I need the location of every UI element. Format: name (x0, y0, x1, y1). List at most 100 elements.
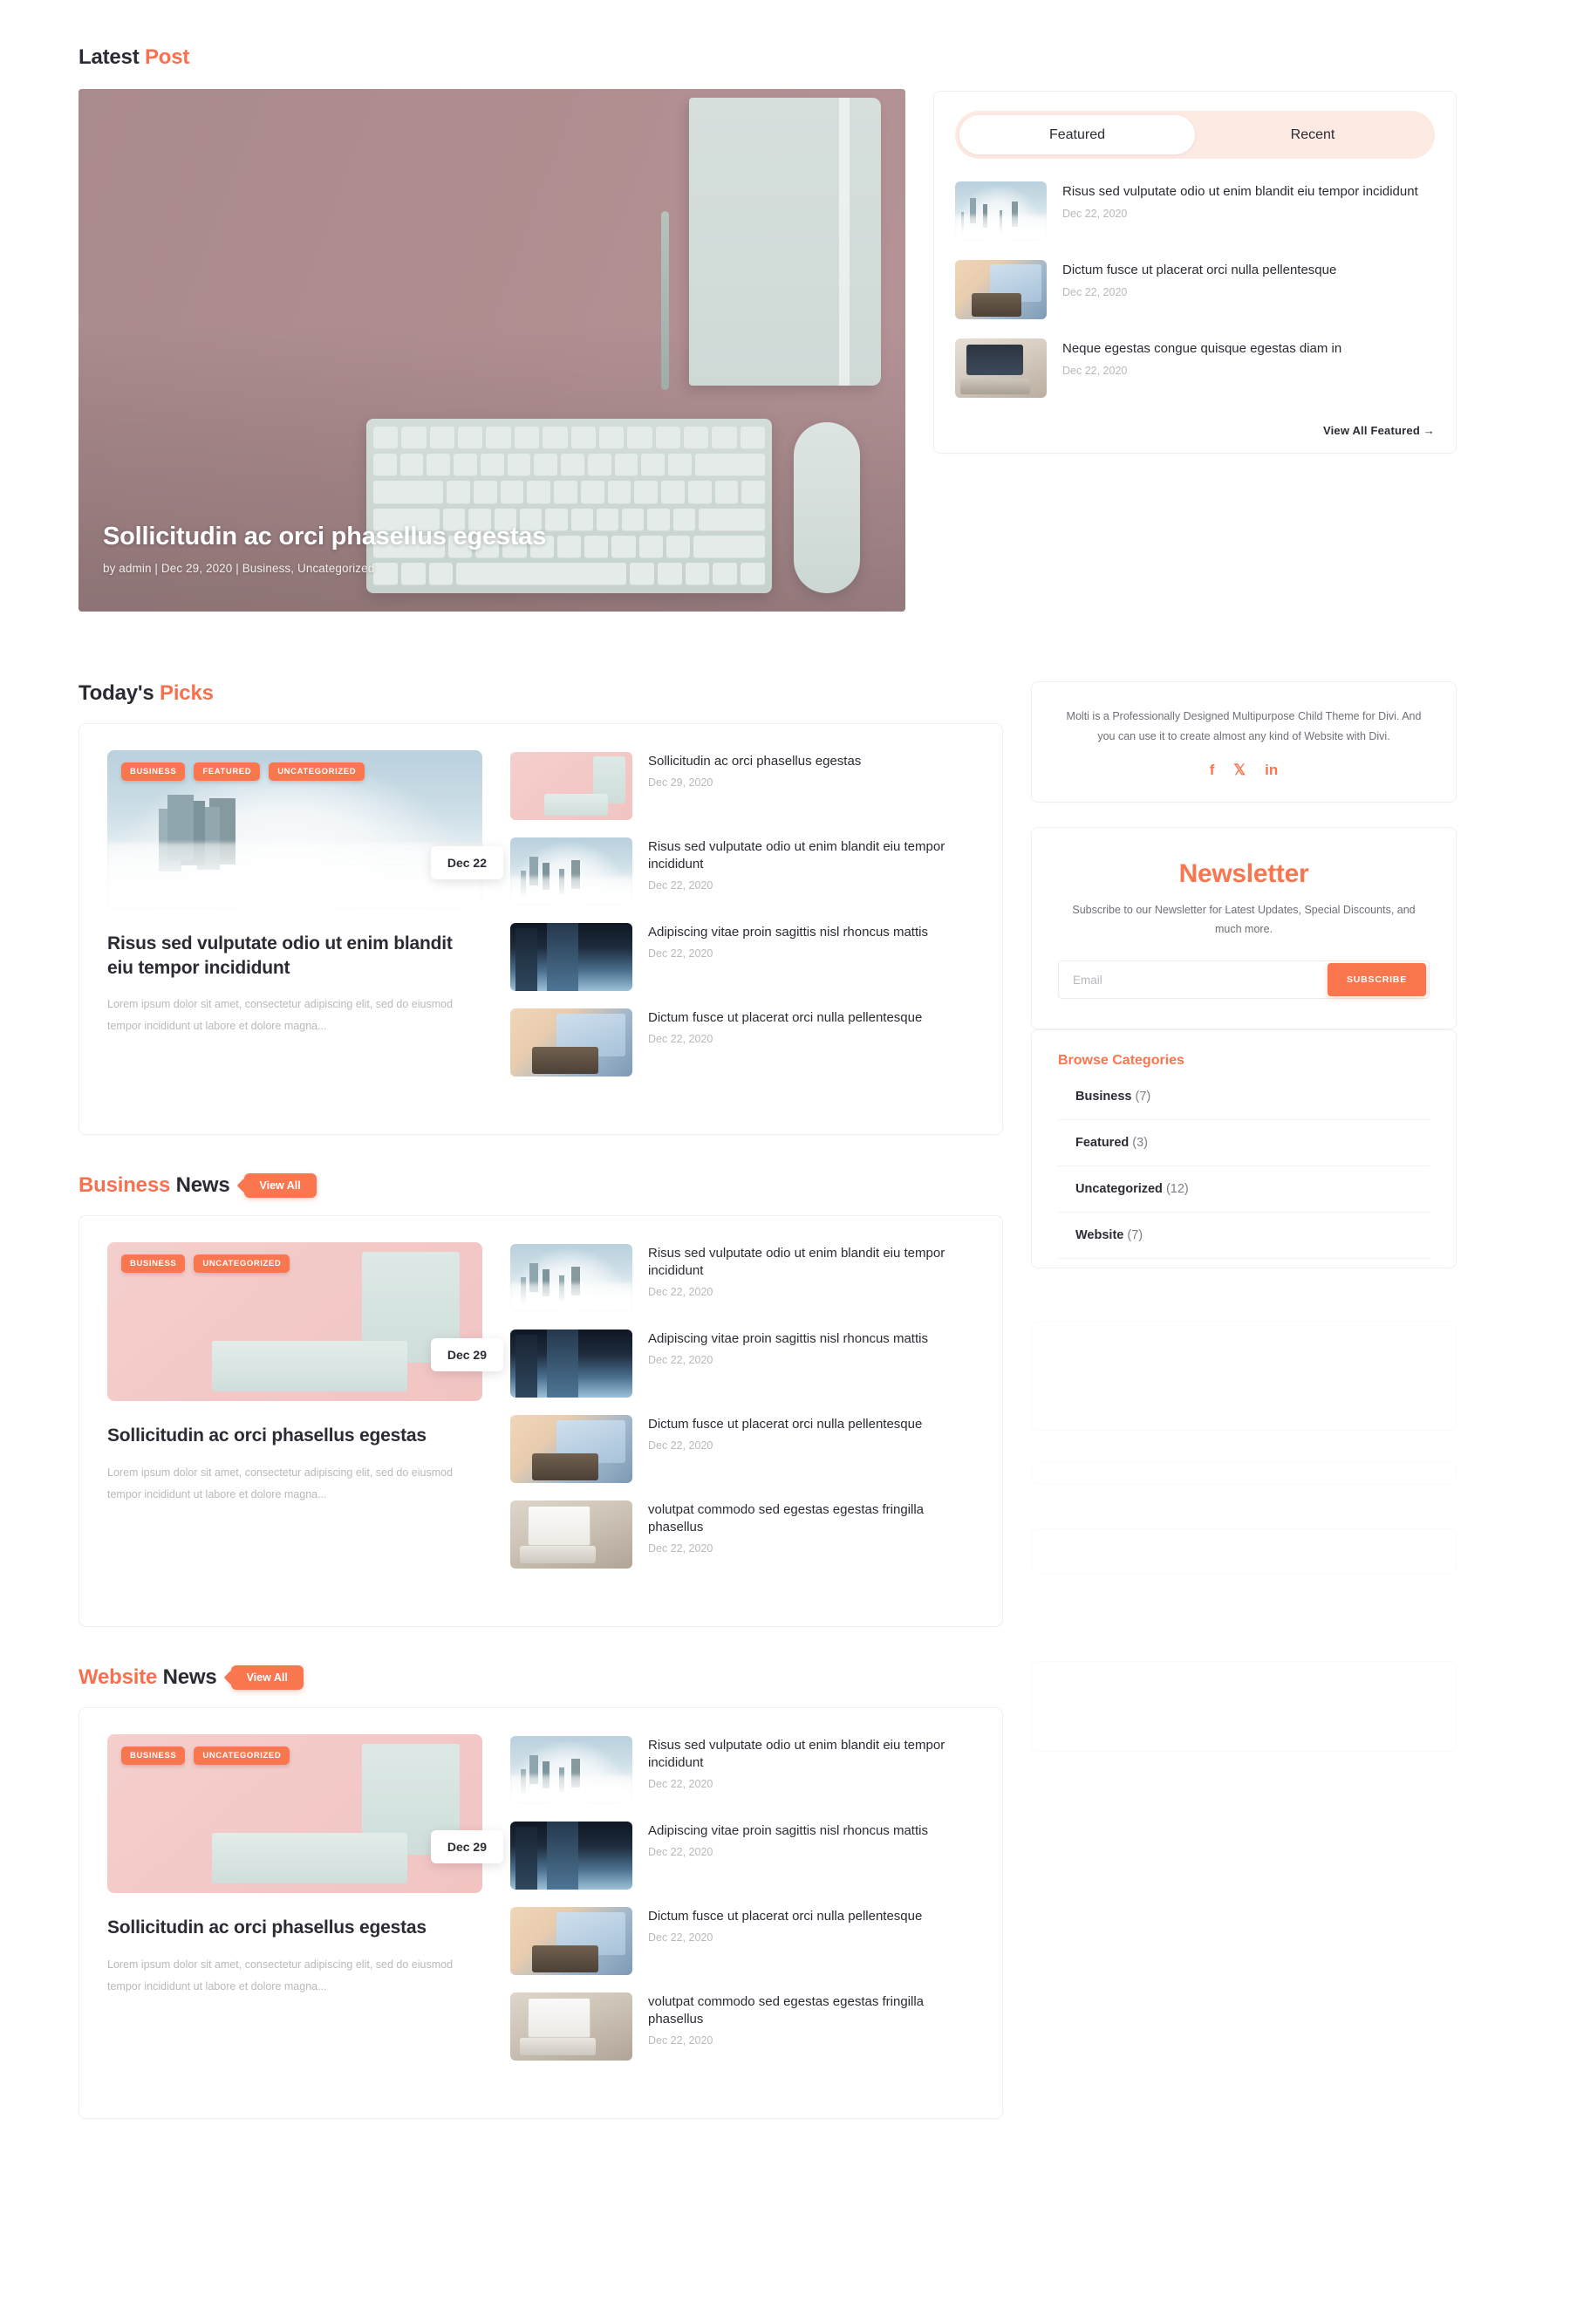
list-item[interactable]: Risus sed vulputate odio ut enim blandit… (510, 1244, 974, 1312)
view-all-button[interactable]: View All (230, 1665, 304, 1690)
category-item-uncategorized[interactable]: Uncategorized (12) (1058, 1166, 1430, 1213)
list-item[interactable]: Risus sed vulputate odio ut enim blandit… (955, 181, 1435, 241)
category-item-website[interactable]: Website (7) (1058, 1213, 1430, 1259)
post-title[interactable]: volutpat commodo sed egestas egestas fri… (648, 1993, 974, 2028)
featured-post[interactable]: BUSINESS UNCATEGORIZED Dec 29 Sollicitud… (107, 1242, 503, 1586)
post-thumbnail (510, 1329, 632, 1398)
post-title[interactable]: Dictum fusce ut placerat orci nulla pell… (648, 1416, 922, 1433)
list-item[interactable]: Adipiscing vitae proin sagittis nisl rho… (510, 1822, 974, 1890)
post-date: Dec 22, 2020 (648, 1032, 713, 1045)
x-twitter-icon[interactable]: 𝕏 (1233, 762, 1246, 777)
view-all-button[interactable]: View All (243, 1173, 317, 1198)
list-item[interactable]: Dictum fusce ut placerat orci nulla pell… (510, 1008, 974, 1077)
list-item[interactable]: volutpat commodo sed egestas egestas fri… (510, 1500, 974, 1569)
featured-post-list: Risus sed vulputate odio ut enim blandit… (955, 181, 1435, 398)
post-thumbnail (510, 1992, 632, 2061)
section-heading-dark: News (162, 1665, 217, 1689)
post-date: Dec 29, 2020 (648, 776, 713, 789)
post-title[interactable]: Risus sed vulputate odio ut enim blandit… (648, 1737, 974, 1772)
section-business-news: Business News View All BUSINESS UNCATEGO… (78, 1173, 1003, 1627)
list-item[interactable]: Neque egestas congue quisque egestas dia… (955, 338, 1435, 398)
category-count: (12) (1165, 1182, 1189, 1196)
post-thumbnail (955, 338, 1047, 398)
featured-post[interactable]: BUSINESS UNCATEGORIZED Dec 29 Sollicitud… (107, 1734, 503, 2078)
view-all-featured-link[interactable]: View All Featured → (955, 417, 1435, 437)
hero-overlay: Sollicitudin ac orci phasellus egestas b… (78, 523, 905, 612)
post-title[interactable]: Sollicitudin ac orci phasellus egestas (648, 753, 861, 770)
post-title[interactable]: Dictum fusce ut placerat orci nulla pell… (648, 1009, 922, 1027)
subscribe-button[interactable]: SUBSCRIBE (1327, 963, 1426, 996)
list-item[interactable]: Risus sed vulputate odio ut enim blandit… (510, 1736, 974, 1804)
status-badge[interactable]: BUSINESS (121, 1746, 186, 1765)
post-thumbnail (955, 260, 1047, 319)
category-badges: BUSINESS UNCATEGORIZED (121, 1746, 290, 1765)
featured-post-title[interactable]: Sollicitudin ac orci phasellus egestas (107, 1916, 482, 1940)
category-item-business[interactable]: Business (7) (1058, 1074, 1430, 1120)
status-badge[interactable]: BUSINESS (121, 1254, 186, 1273)
section-header: Business News View All (78, 1173, 1003, 1198)
post-thumbnail (510, 1500, 632, 1569)
list-item[interactable]: Dictum fusce ut placerat orci nulla pell… (955, 260, 1435, 319)
featured-post-excerpt: Lorem ipsum dolor sit amet, consectetur … (107, 1958, 454, 1992)
post-title[interactable]: Dictum fusce ut placerat orci nulla pell… (648, 1908, 922, 1925)
list-item[interactable]: Dictum fusce ut placerat orci nulla pell… (510, 1415, 974, 1483)
section-header: Today's Picks (78, 681, 1003, 706)
empty-widget-slot (1031, 1661, 1457, 1752)
section-heading-dark: Today's (78, 681, 154, 705)
blog-homepage: Latest Post Sollicitudin ac orci phasell… (0, 45, 1570, 2262)
post-card: BUSINESS UNCATEGORIZED Dec 29 Sollicitud… (78, 1707, 1003, 2119)
post-date: Dec 22, 2020 (648, 1777, 713, 1790)
hero-post-card[interactable]: Sollicitudin ac orci phasellus egestas b… (78, 89, 905, 612)
post-title[interactable]: Risus sed vulputate odio ut enim blandit… (648, 1245, 974, 1280)
category-count: (3) (1132, 1136, 1149, 1150)
date-chip: Dec 29 (430, 1830, 503, 1863)
featured-post[interactable]: BUSINESS FEATURED UNCATEGORIZED Dec 22 R… (107, 750, 503, 1094)
tab-featured[interactable]: Featured (959, 115, 1195, 154)
date-chip: Dec 29 (430, 1338, 503, 1371)
featured-post-excerpt: Lorem ipsum dolor sit amet, consectetur … (107, 998, 454, 1033)
facebook-icon[interactable]: f (1210, 762, 1215, 777)
post-date: Dec 22, 2020 (648, 1285, 713, 1298)
category-count: (7) (1135, 1090, 1151, 1104)
post-date: Dec 22, 2020 (648, 1541, 713, 1555)
post-title[interactable]: Risus sed vulputate odio ut enim blandit… (1062, 183, 1418, 201)
list-item[interactable]: Risus sed vulputate odio ut enim blandit… (510, 837, 974, 906)
category-label: Website (1075, 1228, 1124, 1242)
post-thumbnail (510, 1244, 632, 1312)
list-item[interactable]: Adipiscing vitae proin sagittis nisl rho… (510, 923, 974, 991)
post-title[interactable]: Dictum fusce ut placerat orci nulla pell… (1062, 262, 1336, 279)
status-badge[interactable]: UNCATEGORIZED (269, 762, 365, 781)
featured-tab-toggle[interactable]: Featured Recent (955, 111, 1435, 159)
empty-widget-slot (1031, 1321, 1457, 1431)
status-badge[interactable]: UNCATEGORIZED (194, 1254, 290, 1273)
post-thumbnail (510, 923, 632, 991)
list-item[interactable]: Adipiscing vitae proin sagittis nisl rho… (510, 1329, 974, 1398)
newsletter-title: Newsletter (1178, 859, 1309, 889)
post-title[interactable]: volutpat commodo sed egestas egestas fri… (648, 1501, 974, 1536)
empty-widget-slot (1031, 1462, 1457, 1485)
post-title[interactable]: Neque egestas congue quisque egestas dia… (1062, 340, 1341, 358)
post-title[interactable]: Risus sed vulputate odio ut enim blandit… (648, 838, 974, 873)
about-text: Molti is a Professionally Designed Multi… (1066, 710, 1422, 743)
tab-recent[interactable]: Recent (1195, 115, 1430, 154)
section-heading-dark: News (175, 1173, 230, 1197)
list-item[interactable]: Dictum fusce ut placerat orci nulla pell… (510, 1907, 974, 1975)
status-badge[interactable]: UNCATEGORIZED (194, 1746, 290, 1765)
featured-post-title[interactable]: Risus sed vulputate odio ut enim blandit… (107, 932, 482, 980)
post-thumbnail (510, 1822, 632, 1890)
linkedin-icon[interactable]: in (1265, 762, 1278, 777)
latest-post-heading-accent: Post (144, 45, 190, 69)
status-badge[interactable]: FEATURED (194, 762, 261, 781)
related-post-list: Sollicitudin ac orci phasellus egestas D… (510, 750, 974, 1094)
post-title[interactable]: Adipiscing vitae proin sagittis nisl rho… (648, 924, 928, 941)
featured-post-title[interactable]: Sollicitudin ac orci phasellus egestas (107, 1424, 482, 1448)
status-badge[interactable]: BUSINESS (121, 762, 186, 781)
post-title[interactable]: Adipiscing vitae proin sagittis nisl rho… (648, 1330, 928, 1348)
post-title[interactable]: Adipiscing vitae proin sagittis nisl rho… (648, 1822, 928, 1840)
section-heading-accent: Picks (160, 681, 214, 705)
empty-widget-slot (1031, 1528, 1457, 1574)
list-item[interactable]: volutpat commodo sed egestas egestas fri… (510, 1992, 974, 2061)
list-item[interactable]: Sollicitudin ac orci phasellus egestas D… (510, 752, 974, 820)
latest-post-column: Latest Post Sollicitudin ac orci phasell… (78, 45, 905, 612)
category-item-featured[interactable]: Featured (3) (1058, 1120, 1430, 1166)
